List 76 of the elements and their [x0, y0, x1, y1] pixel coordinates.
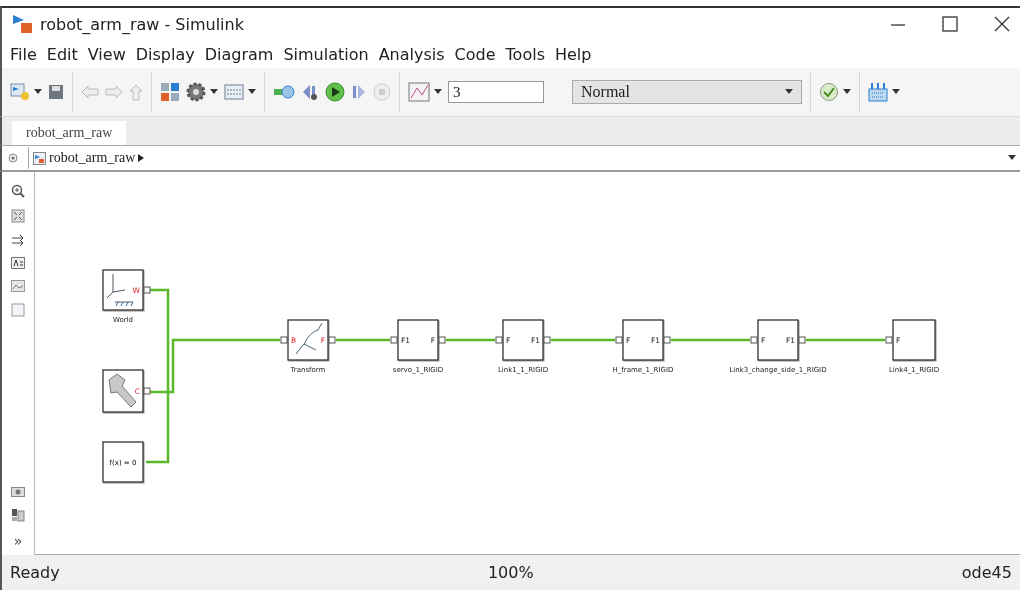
maximize-icon[interactable]: [942, 16, 958, 32]
port-icon[interactable]: [663, 336, 671, 344]
menu-item[interactable]: Analysis: [378, 44, 445, 64]
port-icon[interactable]: [390, 336, 398, 344]
port-icon[interactable]: [143, 387, 151, 395]
connection-line: [336, 338, 390, 342]
menu-item[interactable]: Help: [554, 44, 592, 64]
menu-item[interactable]: Edit: [46, 44, 78, 64]
solver-name: ode45: [961, 563, 1012, 582]
block[interactable]: [102, 269, 144, 311]
model-tab[interactable]: robot_arm_raw: [12, 121, 127, 145]
port-icon[interactable]: [328, 336, 336, 344]
caret-icon[interactable]: [34, 89, 42, 95]
window-title: robot_arm_raw - Simulink: [40, 14, 244, 34]
caret-icon[interactable]: [843, 89, 851, 95]
menu-item[interactable]: Simulation: [283, 44, 369, 64]
connection-line: [551, 338, 615, 342]
block[interactable]: [287, 319, 329, 361]
save-icon[interactable]: [48, 84, 64, 100]
menu-item[interactable]: Display: [135, 44, 195, 64]
annotation-icon[interactable]: [11, 257, 25, 269]
connection-line: [446, 338, 495, 342]
gear-icon[interactable]: [186, 82, 206, 102]
check-icon[interactable]: [819, 82, 839, 102]
caret-icon[interactable]: [210, 89, 218, 95]
collapse-icon[interactable]: [8, 153, 18, 163]
build-icon[interactable]: [868, 82, 888, 102]
caret-icon[interactable]: [785, 89, 793, 95]
port-icon[interactable]: [798, 336, 806, 344]
block[interactable]: [892, 319, 936, 361]
image-icon[interactable]: [11, 280, 25, 292]
port-icon[interactable]: [280, 336, 288, 344]
caret-icon[interactable]: [248, 89, 256, 95]
caret-icon[interactable]: [1008, 155, 1016, 161]
menu-item[interactable]: Code: [454, 44, 496, 64]
fit-view-icon[interactable]: [11, 209, 25, 223]
block[interactable]: [622, 319, 664, 361]
port-icon[interactable]: [750, 336, 758, 344]
caret-icon[interactable]: [138, 154, 145, 162]
menu-item[interactable]: Diagram: [204, 44, 274, 64]
step-back-icon[interactable]: [301, 83, 319, 101]
arrows-icon[interactable]: [11, 234, 25, 246]
model-icon: [33, 151, 46, 165]
menu-item[interactable]: File: [10, 44, 37, 64]
zoom-icon[interactable]: [11, 184, 25, 198]
port-icon[interactable]: [495, 336, 503, 344]
block[interactable]: [397, 319, 439, 361]
app-icon: [12, 13, 34, 35]
model-browser-icon[interactable]: [11, 508, 25, 522]
block[interactable]: [102, 441, 144, 483]
simulation-mode-dropdown[interactable]: Normal: [572, 80, 802, 104]
zoom-level: 100%: [487, 563, 534, 582]
step-forward-icon[interactable]: [351, 83, 367, 101]
port-icon[interactable]: [885, 336, 893, 344]
transform-frame-icon: [295, 322, 323, 355]
world-frame-icon: [106, 273, 134, 307]
port-icon[interactable]: [438, 336, 446, 344]
status-text: Ready: [10, 563, 60, 582]
caret-icon[interactable]: [892, 89, 900, 95]
block[interactable]: [502, 319, 544, 361]
block[interactable]: [757, 319, 799, 361]
menu-item[interactable]: Tools: [505, 44, 545, 64]
breadcrumb-link[interactable]: robot_arm_raw: [49, 150, 136, 166]
menu-item[interactable]: View: [87, 44, 126, 64]
camera-icon[interactable]: [11, 485, 25, 497]
run-icon[interactable]: [325, 82, 345, 102]
close-icon[interactable]: [994, 16, 1010, 32]
expand-palette-button[interactable]: »: [13, 533, 23, 549]
port-icon[interactable]: [615, 336, 623, 344]
caret-icon[interactable]: [434, 89, 442, 95]
library-icon[interactable]: [160, 82, 180, 102]
record-icon[interactable]: [273, 84, 295, 100]
stop-time-field[interactable]: 3: [448, 81, 544, 103]
port-icon[interactable]: [143, 286, 151, 294]
port-icon[interactable]: [543, 336, 551, 344]
wrench-icon: [108, 373, 137, 408]
